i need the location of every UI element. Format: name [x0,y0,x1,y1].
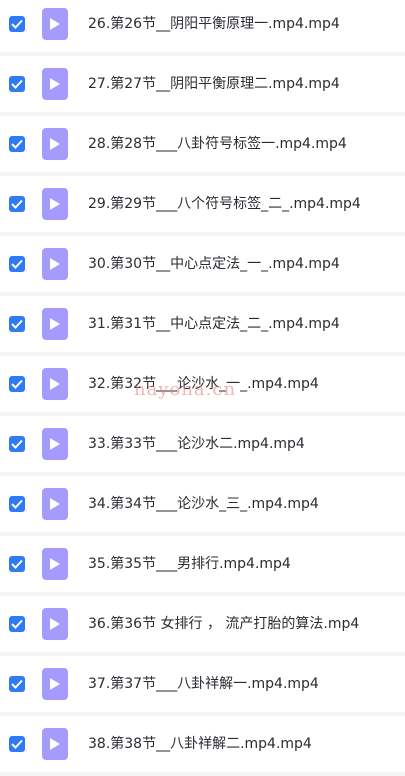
video-file-icon [42,8,68,40]
video-file-icon [42,548,68,580]
video-file-icon [42,188,68,220]
play-icon [50,318,60,330]
file-name: 36.第36节 女排行 ， 流产打胎的算法.mp4 [88,616,360,632]
file-row[interactable]: 34.第34节___论沙水_三_.mp4.mp4 [0,476,405,532]
video-file-icon [42,308,68,340]
checkbox-checked[interactable] [9,196,25,212]
file-row[interactable]: 28.第28节___八卦符号标签一.mp4.mp4 [0,116,405,172]
video-file-icon [42,488,68,520]
checkmark-icon [11,499,23,509]
file-row[interactable]: 35.第35节___男排行.mp4.mp4 [0,536,405,592]
checkbox-checked[interactable] [9,616,25,632]
file-name: 26.第26节__阴阳平衡原理一.mp4.mp4 [88,16,340,32]
file-name: 38.第38节__八卦祥解二.mp4.mp4 [88,736,312,752]
checkbox-checked[interactable] [9,136,25,152]
checkbox-checked[interactable] [9,496,25,512]
file-name: 31.第31节__中心点定法_二_.mp4.mp4 [88,316,340,332]
checkmark-icon [11,439,23,449]
play-icon [50,258,60,270]
file-row[interactable]: 38.第38节__八卦祥解二.mp4.mp4 [0,716,405,772]
file-row[interactable]: 31.第31节__中心点定法_二_.mp4.mp4 [0,296,405,352]
checkbox-checked[interactable] [9,736,25,752]
play-icon [50,618,60,630]
file-row[interactable]: 26.第26节__阴阳平衡原理一.mp4.mp4 [0,0,405,52]
play-icon [50,78,60,90]
file-name: 33.第33节___论沙水二.mp4.mp4 [88,436,305,452]
checkbox-checked[interactable] [9,16,25,32]
checkmark-icon [11,259,23,269]
play-icon [50,138,60,150]
video-file-icon [42,668,68,700]
play-icon [50,378,60,390]
checkbox-checked[interactable] [9,436,25,452]
checkmark-icon [11,679,23,689]
video-file-icon [42,128,68,160]
file-name: 29.第29节___八个符号标签_二_.mp4.mp4 [88,196,361,212]
file-list: 26.第26节__阴阳平衡原理一.mp4.mp4 27.第27节__阴阳平衡原理… [0,0,405,776]
checkmark-icon [11,139,23,149]
video-file-icon [42,428,68,460]
checkmark-icon [11,199,23,209]
video-file-icon [42,248,68,280]
checkmark-icon [11,319,23,329]
file-row[interactable]: 37.第37节___八卦祥解一.mp4.mp4 [0,656,405,712]
file-name: 34.第34节___论沙水_三_.mp4.mp4 [88,496,319,512]
file-row[interactable]: 32.第32节___论沙水_一_.mp4.mp4 [0,356,405,412]
file-name: 35.第35节___男排行.mp4.mp4 [88,556,291,572]
play-icon [50,558,60,570]
play-icon [50,18,60,30]
video-file-icon [42,68,68,100]
play-icon [50,438,60,450]
file-row[interactable]: 27.第27节__阴阳平衡原理二.mp4.mp4 [0,56,405,112]
checkmark-icon [11,19,23,29]
video-file-icon [42,608,68,640]
checkbox-checked[interactable] [9,676,25,692]
checkbox-checked[interactable] [9,556,25,572]
play-icon [50,498,60,510]
checkbox-checked[interactable] [9,376,25,392]
play-icon [50,738,60,750]
checkbox-checked[interactable] [9,316,25,332]
file-row[interactable]: 33.第33节___论沙水二.mp4.mp4 [0,416,405,472]
file-name: 30.第30节__中心点定法_一_.mp4.mp4 [88,256,340,272]
file-row[interactable]: 36.第36节 女排行 ， 流产打胎的算法.mp4 [0,596,405,652]
video-file-icon [42,368,68,400]
play-icon [50,198,60,210]
checkmark-icon [11,79,23,89]
checkmark-icon [11,619,23,629]
file-name: 32.第32节___论沙水_一_.mp4.mp4 [88,376,319,392]
file-name: 37.第37节___八卦祥解一.mp4.mp4 [88,676,319,692]
checkmark-icon [11,559,23,569]
video-file-icon [42,728,68,760]
file-row[interactable]: 29.第29节___八个符号标签_二_.mp4.mp4 [0,176,405,232]
file-row[interactable]: 30.第30节__中心点定法_一_.mp4.mp4 [0,236,405,292]
file-name: 28.第28节___八卦符号标签一.mp4.mp4 [88,136,347,152]
play-icon [50,678,60,690]
file-name: 27.第27节__阴阳平衡原理二.mp4.mp4 [88,76,340,92]
checkmark-icon [11,739,23,749]
checkmark-icon [11,379,23,389]
checkbox-checked[interactable] [9,256,25,272]
checkbox-checked[interactable] [9,76,25,92]
